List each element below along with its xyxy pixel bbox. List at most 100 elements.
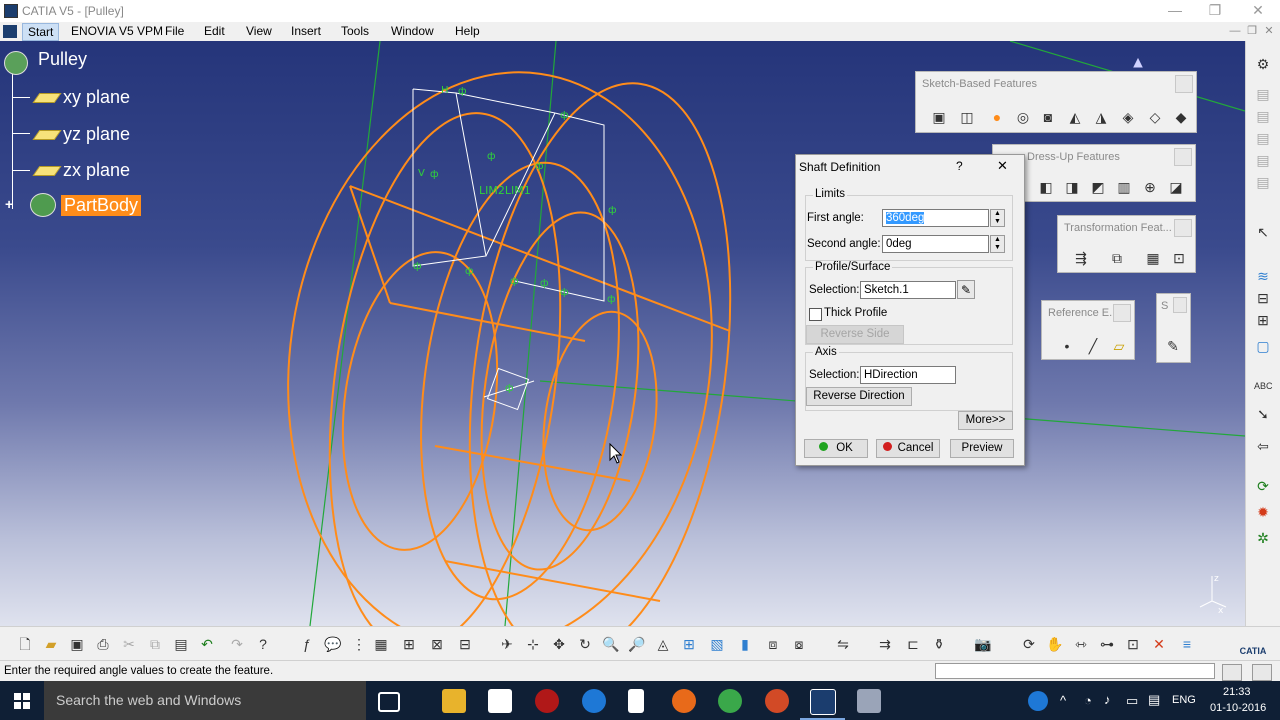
power-input-icon[interactable] [1252,664,1272,681]
expand-icon[interactable]: + [5,196,13,212]
powerpoint-icon[interactable] [765,689,789,713]
tool-icon[interactable]: ⇋ [834,635,852,653]
menu-enovia[interactable]: ENOVIA V5 VPM [71,24,163,38]
tool-icon[interactable]: ✕ [1150,635,1168,653]
menu-view[interactable]: View [246,24,272,38]
tool-icon[interactable]: ▤ [1254,129,1272,147]
cancel-button[interactable]: Cancel [876,439,940,458]
layers-icon[interactable]: ≋ [1254,267,1272,285]
fillet-icon[interactable]: ◧ [1037,178,1055,196]
save-icon[interactable]: ▣ [68,635,86,653]
task-view-icon[interactable] [378,692,400,712]
notification-icon[interactable]: ▤ [1148,692,1160,708]
reverse-side-button[interactable]: Reverse Side [806,325,904,344]
normal-view-icon[interactable]: ◬ [654,635,672,653]
whats-this-icon[interactable]: ? [254,635,272,653]
hide-show-icon[interactable]: ⧈ [764,635,782,653]
thick-profile-checkbox[interactable] [809,308,822,321]
store-icon[interactable] [488,689,512,713]
pad-icon[interactable]: ▣ [930,108,948,126]
windows-start-icon[interactable] [14,693,30,709]
update-icon[interactable]: ⟳ [1254,477,1272,495]
stiffener-icon[interactable]: ◈ [1119,108,1137,126]
second-angle-spinner[interactable]: ▲ ▼ [990,235,1005,253]
tool-icon[interactable]: ⊡ [1124,635,1142,653]
tool-icon[interactable]: ≡ [1178,635,1196,653]
menu-edit[interactable]: Edit [204,24,225,38]
sketch-icon[interactable]: ✎ [1164,337,1182,355]
help-button[interactable]: ? [956,159,963,173]
battery-icon[interactable]: ▭ [1126,693,1138,709]
print-icon[interactable]: ⎙ [94,635,112,653]
iso-view-icon[interactable]: ▧ [708,635,726,653]
minimize-button[interactable]: — [1155,0,1195,22]
abc-icon[interactable]: ABC [1254,377,1273,395]
help-tray-icon[interactable] [1028,691,1048,711]
first-angle-input[interactable]: 360deg [882,209,989,227]
translation-icon[interactable]: ⇶ [1072,249,1090,267]
new-file-icon[interactable]: 🗋 [16,635,34,653]
remove-loft-icon[interactable]: ◆ [1172,108,1190,126]
open-folder-icon[interactable]: ▰ [42,635,60,653]
hole-icon[interactable]: ◙ [1039,108,1057,126]
clock-date[interactable]: 01-10-2016 [1210,702,1266,714]
hand-icon[interactable]: ✋ [1046,635,1064,653]
copy-icon[interactable]: ⧉ [146,635,164,653]
fly-icon[interactable]: ✈ [498,635,516,653]
menu-window[interactable]: Window [391,24,434,38]
groove-icon[interactable]: ◎ [1014,108,1032,126]
firefox-icon[interactable] [672,689,696,713]
file-explorer-icon[interactable] [442,689,466,713]
tool-icon[interactable]: ⊠ [428,635,446,653]
plane-icon[interactable]: ▱ [1110,337,1128,355]
3d-viewport[interactable]: Hф Vф фф фф фф фф фф ф LIM2LIM1 z x Pull… [0,41,1245,626]
catia-taskbar-icon[interactable] [810,689,836,715]
zoom-in-icon[interactable]: 🔍 [602,635,620,653]
select-arrow-icon[interactable]: ↖ [1254,223,1272,241]
render-icon[interactable]: ✹ [1254,503,1272,521]
tool-icon[interactable]: ⇿ [1072,635,1090,653]
edge-icon[interactable] [582,689,606,713]
rotate-icon[interactable]: ↻ [576,635,594,653]
close-dialog-button[interactable]: ✕ [997,158,1008,174]
thickness-icon[interactable]: ⊕ [1141,178,1159,196]
menu-file[interactable]: File [165,24,184,38]
second-angle-input[interactable]: 0deg [882,235,989,253]
document-icon[interactable] [3,25,17,38]
tool-icon[interactable]: ▤ [1254,85,1272,103]
undo-icon[interactable]: ↶ [198,635,216,653]
chamfer-icon[interactable]: ◨ [1063,178,1081,196]
tool-icon[interactable]: ▤ [1254,151,1272,169]
network-icon[interactable]: ◔ [1084,693,1092,708]
rib-icon[interactable]: ◭ [1066,108,1084,126]
tree-item-xy-plane[interactable]: xy plane [63,87,130,108]
loft-icon[interactable]: ◇ [1146,108,1164,126]
chevron-up-icon[interactable]: ^ [1060,693,1066,708]
point-icon[interactable]: • [1058,337,1076,355]
reverse-direction-button[interactable]: Reverse Direction [806,387,912,406]
toolbar-close-button[interactable] [1113,304,1131,322]
cut-icon[interactable]: ✂ [120,635,138,653]
app-icon[interactable] [857,689,881,713]
line-icon[interactable]: ╱ [1084,337,1102,355]
toolbar-close-button[interactable] [1174,148,1192,166]
tool-icon[interactable]: ⊶ [1098,635,1116,653]
analysis-icon[interactable]: ✲ [1254,529,1272,547]
menu-insert[interactable]: Insert [291,24,321,38]
toolbar-close-button[interactable] [1175,75,1193,93]
profile-selection-input[interactable]: Sketch.1 [860,281,956,299]
language-indicator[interactable]: ENG [1172,694,1196,706]
menu-tools[interactable]: Tools [341,24,369,38]
ok-button[interactable]: OK [804,439,868,458]
multi-view-icon[interactable]: ⊞ [680,635,698,653]
close-window-button[interactable]: ✕ [1238,0,1278,22]
power-input-icon[interactable] [1222,664,1242,681]
preview-button[interactable]: Preview [950,439,1014,458]
measure-icon[interactable]: ⊟ [1254,289,1272,307]
menu-help[interactable]: Help [455,24,480,38]
formula-icon[interactable]: ƒ [298,635,316,653]
edit-sketch-icon[interactable]: ✎ [957,280,975,299]
arrow-icon[interactable]: ⇦ [1254,437,1272,455]
tool-icon[interactable]: ▤ [1254,107,1272,125]
more-button[interactable]: More>> [958,411,1013,430]
